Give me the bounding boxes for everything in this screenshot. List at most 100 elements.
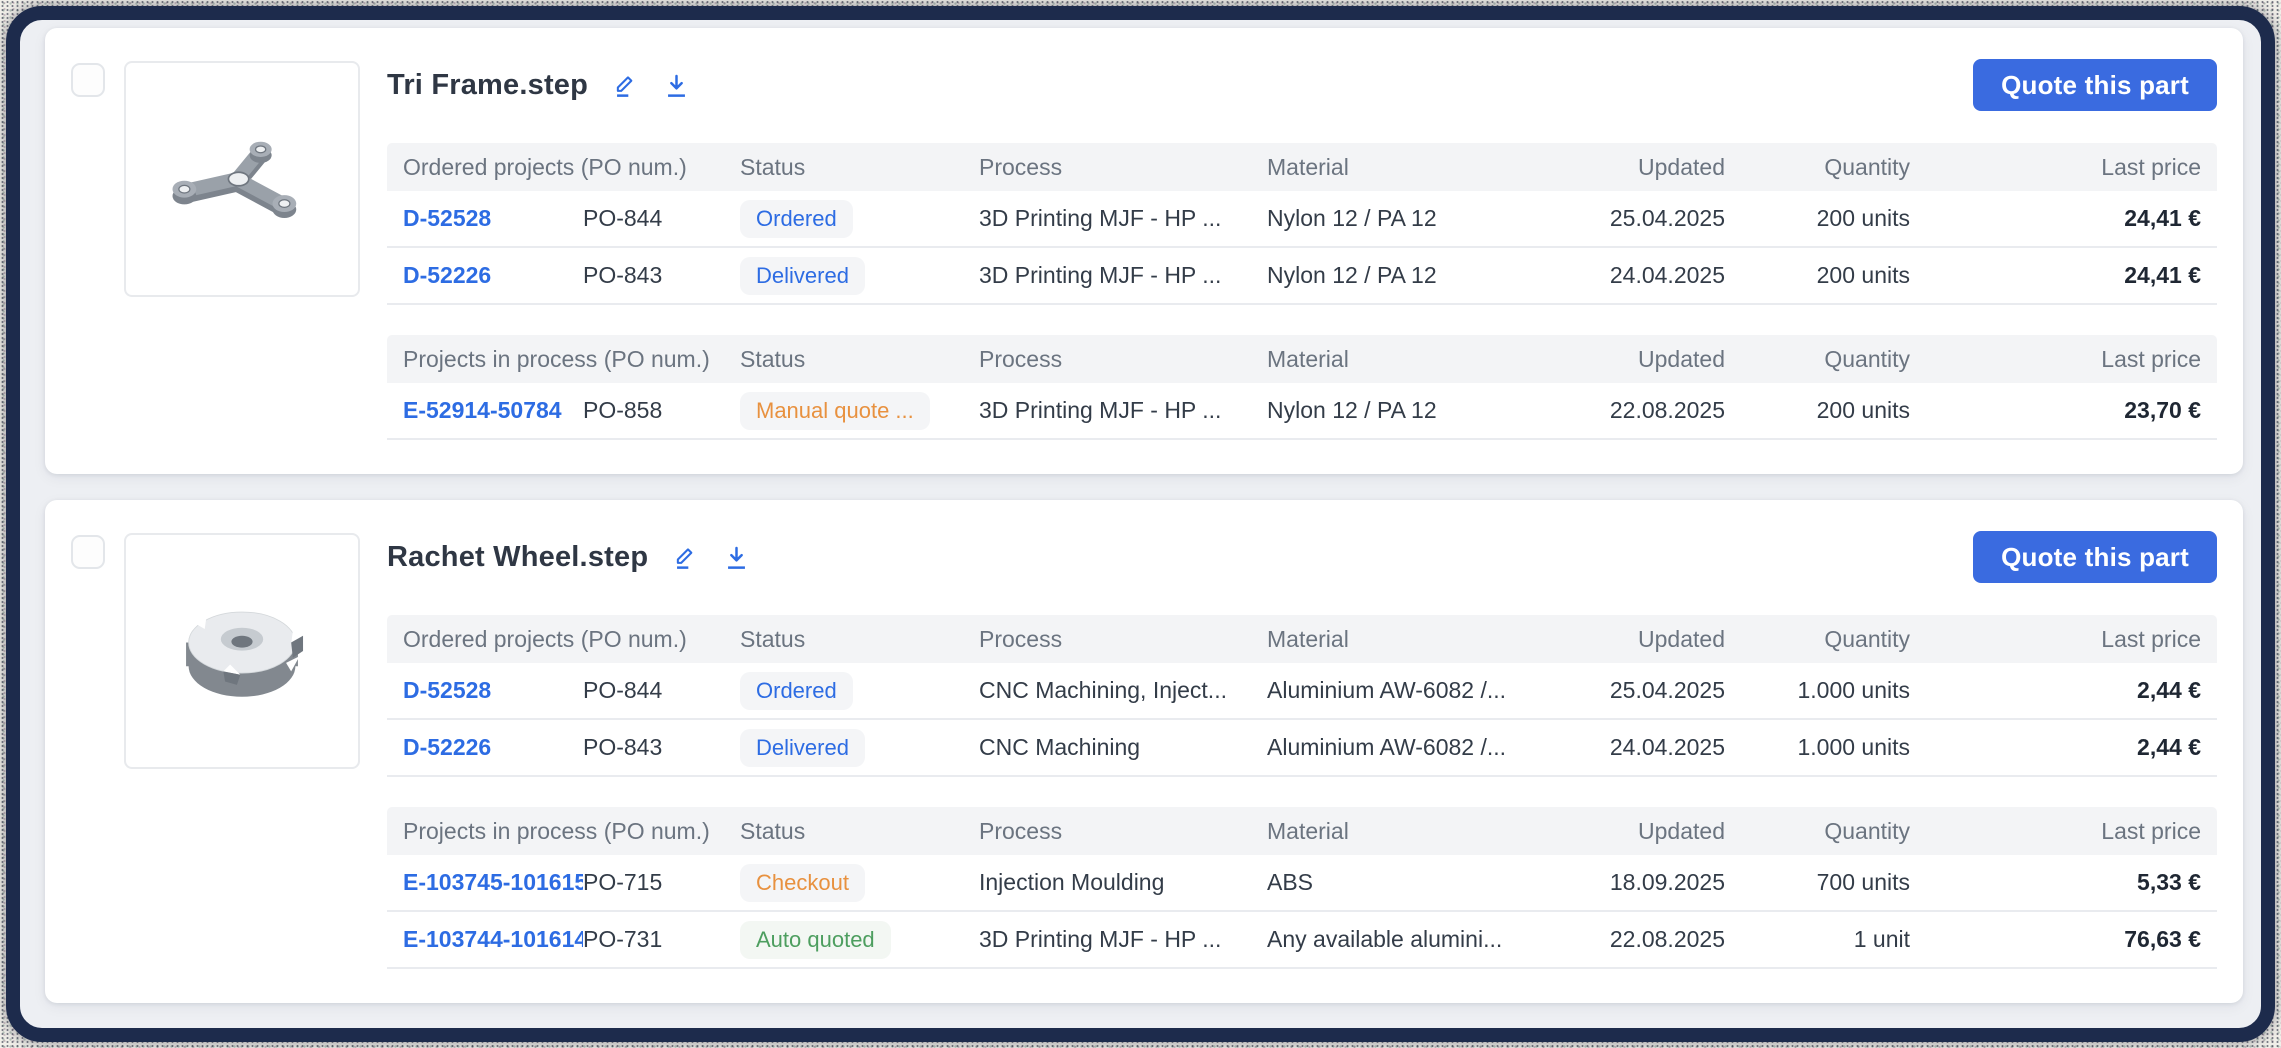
quantity-cell: 1.000 units <box>1725 677 1910 704</box>
quantity-cell: 200 units <box>1725 205 1910 232</box>
column-header-status: Status <box>740 818 979 845</box>
download-icon[interactable] <box>723 544 750 571</box>
material-cell: Nylon 12 / PA 12 <box>1267 397 1546 424</box>
last-price-cell: 24,41 € <box>1910 205 2201 232</box>
process-cell: CNC Machining, Inject... <box>979 677 1267 704</box>
status-badge: Auto quoted <box>740 921 891 959</box>
po-number: PO-844 <box>583 205 740 232</box>
quantity-cell: 1.000 units <box>1725 734 1910 761</box>
parts-list: Tri Frame.step Quote this part <box>20 20 2261 1028</box>
part-select-checkbox[interactable] <box>71 63 105 97</box>
column-header-last-price: Last price <box>1910 626 2201 653</box>
po-number: PO-843 <box>583 734 740 761</box>
status-badge: Ordered <box>740 200 853 238</box>
updated-cell: 25.04.2025 <box>1546 205 1725 232</box>
part-thumbnail <box>124 61 360 297</box>
po-number: PO-715 <box>583 869 740 896</box>
process-cell: 3D Printing MJF - HP ... <box>979 397 1267 424</box>
po-number: PO-844 <box>583 677 740 704</box>
quantity-cell: 1 unit <box>1725 926 1910 953</box>
process-cell: 3D Printing MJF - HP ... <box>979 205 1267 232</box>
po-number: PO-843 <box>583 262 740 289</box>
projects-in-process-table: Projects in process (PO num.) Status Pro… <box>387 335 2217 440</box>
quote-part-button[interactable]: Quote this part <box>1973 59 2217 111</box>
material-cell: Nylon 12 / PA 12 <box>1267 262 1546 289</box>
updated-cell: 18.09.2025 <box>1546 869 1725 896</box>
projects-in-process-table: Projects in process (PO num.) Status Pro… <box>387 807 2217 969</box>
last-price-cell: 76,63 € <box>1910 926 2201 953</box>
table-row: D-52226 PO-843 Delivered 3D Printing MJF… <box>387 248 2217 305</box>
edit-icon[interactable] <box>672 544 699 571</box>
tri-frame-part-image <box>142 79 342 279</box>
edit-icon[interactable] <box>612 72 639 99</box>
process-cell: Injection Moulding <box>979 869 1267 896</box>
material-cell: Aluminium AW-6082 /... <box>1267 677 1546 704</box>
project-link[interactable]: E-52914-50784 <box>403 397 583 424</box>
quantity-cell: 200 units <box>1725 262 1910 289</box>
column-header-material: Material <box>1267 818 1546 845</box>
quote-part-button[interactable]: Quote this part <box>1973 531 2217 583</box>
column-header-status: Status <box>740 626 979 653</box>
part-thumbnail <box>124 533 360 769</box>
column-header-last-price: Last price <box>1910 346 2201 373</box>
column-header-last-price: Last price <box>1910 154 2201 181</box>
column-header-quantity: Quantity <box>1725 818 1910 845</box>
project-link[interactable]: D-52226 <box>403 734 583 761</box>
status-badge: Manual quote ... <box>740 392 930 430</box>
column-header-projects: Projects in process (PO num.) <box>403 818 740 845</box>
updated-cell: 24.04.2025 <box>1546 734 1725 761</box>
column-header-updated: Updated <box>1546 154 1725 181</box>
last-price-cell: 23,70 € <box>1910 397 2201 424</box>
status-badge: Checkout <box>740 864 865 902</box>
part-header: Tri Frame.step Quote this part <box>387 59 2217 111</box>
table-row: D-52528 PO-844 Ordered CNC Machining, In… <box>387 663 2217 720</box>
table-header-row: Projects in process (PO num.) Status Pro… <box>387 807 2217 855</box>
table-header-row: Ordered projects (PO num.) Status Proces… <box>387 615 2217 663</box>
column-header-updated: Updated <box>1546 818 1725 845</box>
material-cell: ABS <box>1267 869 1546 896</box>
project-link[interactable]: D-52528 <box>403 677 583 704</box>
material-cell: Nylon 12 / PA 12 <box>1267 205 1546 232</box>
last-price-cell: 2,44 € <box>1910 734 2201 761</box>
project-link[interactable]: E-103744-101614 <box>403 926 583 953</box>
column-header-process: Process <box>979 346 1267 373</box>
updated-cell: 22.08.2025 <box>1546 926 1725 953</box>
status-badge: Delivered <box>740 729 865 767</box>
material-cell: Aluminium AW-6082 /... <box>1267 734 1546 761</box>
part-select-checkbox[interactable] <box>71 535 105 569</box>
last-price-cell: 5,33 € <box>1910 869 2201 896</box>
project-link[interactable]: D-52528 <box>403 205 583 232</box>
download-icon[interactable] <box>663 72 690 99</box>
table-header-row: Ordered projects (PO num.) Status Proces… <box>387 143 2217 191</box>
column-header-process: Process <box>979 626 1267 653</box>
updated-cell: 24.04.2025 <box>1546 262 1725 289</box>
column-header-status: Status <box>740 346 979 373</box>
column-header-process: Process <box>979 818 1267 845</box>
column-header-status: Status <box>740 154 979 181</box>
process-cell: 3D Printing MJF - HP ... <box>979 262 1267 289</box>
column-header-projects: Ordered projects (PO num.) <box>403 626 740 653</box>
project-link[interactable]: D-52226 <box>403 262 583 289</box>
ordered-projects-table: Ordered projects (PO num.) Status Proces… <box>387 143 2217 305</box>
part-title: Rachet Wheel.step <box>387 541 648 574</box>
part-card-ratchet-wheel: Rachet Wheel.step Quote this part <box>45 500 2243 1003</box>
updated-cell: 25.04.2025 <box>1546 677 1725 704</box>
updated-cell: 22.08.2025 <box>1546 397 1725 424</box>
table-row: D-52528 PO-844 Ordered 3D Printing MJF -… <box>387 191 2217 248</box>
quantity-cell: 700 units <box>1725 869 1910 896</box>
process-cell: CNC Machining <box>979 734 1267 761</box>
project-link[interactable]: E-103745-101615 <box>403 869 583 896</box>
table-row: E-52914-50784 PO-858 Manual quote ... 3D… <box>387 383 2217 440</box>
column-header-projects: Ordered projects (PO num.) <box>403 154 740 181</box>
quantity-cell: 200 units <box>1725 397 1910 424</box>
po-number: PO-858 <box>583 397 740 424</box>
column-header-updated: Updated <box>1546 626 1725 653</box>
column-header-material: Material <box>1267 626 1546 653</box>
status-badge: Delivered <box>740 257 865 295</box>
column-header-projects: Projects in process (PO num.) <box>403 346 740 373</box>
part-title: Tri Frame.step <box>387 69 588 102</box>
column-header-quantity: Quantity <box>1725 346 1910 373</box>
last-price-cell: 2,44 € <box>1910 677 2201 704</box>
part-card-tri-frame: Tri Frame.step Quote this part <box>45 28 2243 474</box>
column-header-quantity: Quantity <box>1725 626 1910 653</box>
